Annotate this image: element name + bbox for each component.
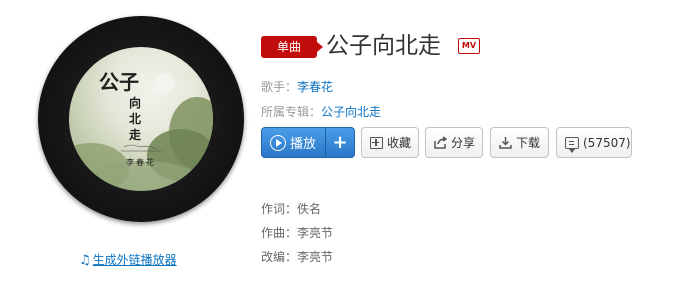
play-label: 播放 (290, 137, 317, 152)
album-cover: 公子 向北走 李春花 (38, 16, 244, 222)
share-button[interactable]: 分享 (425, 127, 483, 158)
download-button[interactable]: 下载 (490, 127, 549, 158)
add-to-playlist-button[interactable]: + (326, 128, 354, 157)
cover-title-1: 公子 (99, 70, 139, 94)
comment-count: (57507) (583, 135, 631, 150)
lyricist-row: 作词：佚名 (261, 202, 322, 216)
mv-icon[interactable]: MV (458, 38, 480, 54)
cover-title-2: 向北走 (128, 96, 141, 142)
album-art: 公子 向北走 李春花 (69, 47, 213, 191)
share-label: 分享 (451, 136, 476, 150)
album-link[interactable]: 公子向北走 (321, 105, 381, 119)
comment-button[interactable]: (57507) (556, 127, 632, 158)
download-icon (499, 136, 512, 149)
song-title: 公子向北走 (326, 33, 441, 59)
single-tag: 单曲 (261, 36, 323, 58)
comment-icon (565, 136, 579, 153)
music-note-icon: ♫ (79, 253, 91, 268)
play-icon (270, 134, 286, 151)
add-favorite-icon (370, 136, 383, 149)
download-label: 下载 (516, 136, 541, 150)
favorite-button[interactable]: 收藏 (361, 127, 419, 158)
share-icon (434, 136, 448, 149)
play-button[interactable]: 播放 (262, 128, 326, 157)
singer-row: 歌手：李春花 (261, 78, 333, 95)
singer-link[interactable]: 李春花 (297, 80, 333, 94)
vinyl-disc: 公子 向北走 李春花 (38, 16, 244, 222)
arranger-row: 改编：李亮节 (261, 250, 334, 264)
cover-artist: 李春花 (126, 158, 156, 167)
composer-row: 作曲：李亮节 (261, 226, 334, 240)
generate-player-link[interactable]: ♫ 生成外链播放器 (79, 251, 177, 268)
singer-label: 歌手： (261, 80, 298, 94)
generate-player-link-label: 生成外链播放器 (92, 253, 177, 267)
album-label: 所属专辑： (261, 105, 322, 119)
favorite-label: 收藏 (387, 136, 412, 150)
play-button-group: 播放 + (261, 127, 355, 158)
album-row: 所属专辑：公子向北走 (261, 103, 381, 120)
